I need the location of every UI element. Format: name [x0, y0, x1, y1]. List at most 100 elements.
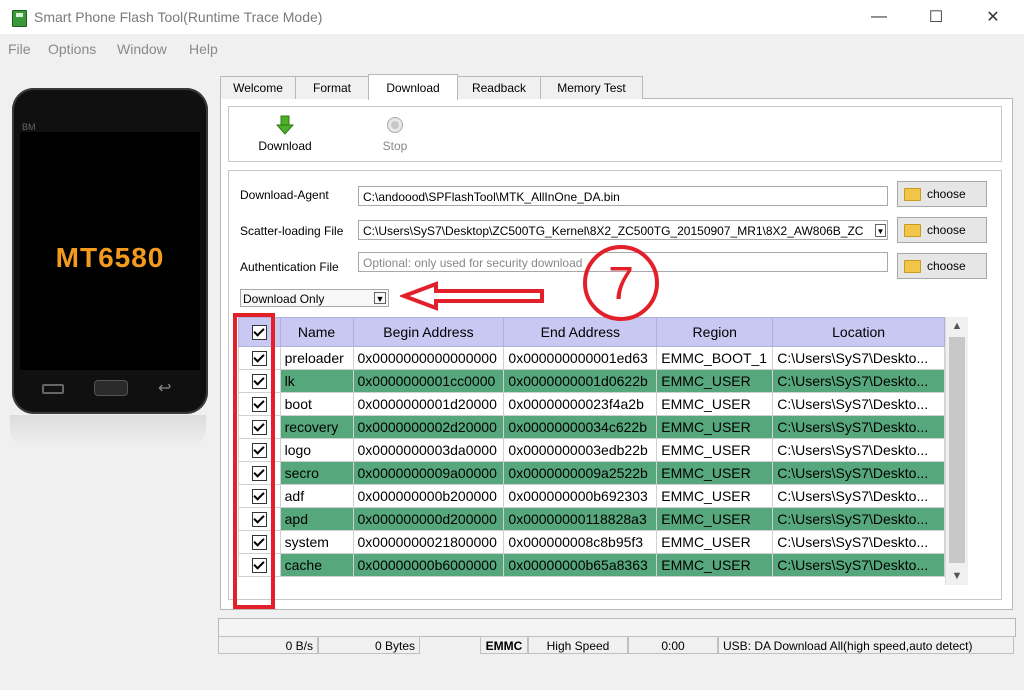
column-header-begin[interactable]: Begin Address [352, 317, 505, 347]
folder-icon [904, 223, 921, 237]
cell-location[interactable]: C:\Users\SyS7\Deskto... [772, 507, 945, 531]
menu-file[interactable]: File [8, 41, 31, 57]
cell-begin: 0x0000000000000000 [352, 346, 505, 370]
choose-download-agent-button[interactable]: choose [897, 181, 987, 207]
cell-begin: 0x0000000009a00000 [352, 461, 505, 485]
cell-region: EMMC_USER [656, 392, 774, 416]
scatter-file-label: Scatter-loading File [240, 224, 344, 238]
choose-label: choose [927, 259, 966, 273]
scroll-down-icon[interactable]: ▼ [946, 567, 968, 585]
cell-begin: 0x000000000b200000 [352, 484, 505, 508]
table-row[interactable]: boot 0x0000000001d20000 0x00000000023f4a… [238, 392, 945, 416]
scatter-file-field[interactable]: C:\Users\SyS7\Desktop\ZC500TG_Kernel\8X2… [358, 220, 888, 240]
table-row[interactable]: apd 0x000000000d200000 0x00000000118828a… [238, 507, 945, 531]
cell-region: EMMC_USER [656, 484, 774, 508]
tab-memory-test[interactable]: Memory Test [540, 76, 643, 99]
column-header-location[interactable]: Location [772, 317, 945, 347]
table-row[interactable]: preloader 0x0000000000000000 0x000000000… [238, 346, 945, 370]
menu-options[interactable]: Options [48, 41, 96, 57]
scrollbar-thumb[interactable] [949, 337, 965, 563]
download-mode-select[interactable]: Download Only ▼ [240, 289, 389, 307]
cell-location[interactable]: C:\Users\SyS7\Deskto... [772, 461, 945, 485]
cell-region: EMMC_USER [656, 530, 774, 554]
cell-name: lk [279, 369, 354, 393]
cell-end: 0x00000000118828a3 [503, 507, 658, 531]
choose-label: choose [927, 223, 966, 237]
table-row[interactable]: lk 0x0000000001cc0000 0x0000000001d0622b… [238, 369, 945, 393]
maximize-button[interactable]: ☐ [913, 0, 959, 34]
cell-name: preloader [279, 346, 354, 370]
choose-auth-file-button[interactable]: choose [897, 253, 987, 279]
status-mode: High Speed [528, 636, 628, 654]
table-scrollbar[interactable]: ▲ ▼ [945, 317, 968, 585]
tab-download[interactable]: Download [368, 74, 458, 100]
tab-format[interactable]: Format [295, 76, 369, 99]
chevron-down-icon[interactable]: ▼ [374, 292, 386, 304]
table-row[interactable]: logo 0x0000000003da0000 0x0000000003edb2… [238, 438, 945, 462]
partition-table: Name Begin Address End Address Region Lo… [238, 317, 945, 585]
cell-location[interactable]: C:\Users\SyS7\Deskto... [772, 438, 945, 462]
cell-region: EMMC_USER [656, 415, 774, 439]
column-header-name[interactable]: Name [279, 317, 354, 347]
cell-location[interactable]: C:\Users\SyS7\Deskto... [772, 415, 945, 439]
cell-end: 0x0000000001d0622b [503, 369, 658, 393]
scatter-file-value: C:\Users\SyS7\Desktop\ZC500TG_Kernel\8X2… [363, 224, 864, 238]
cell-begin: 0x0000000003da0000 [352, 438, 505, 462]
download-agent-field[interactable]: C:\andoood\SPFlashTool\MTK_AllInOne_DA.b… [358, 186, 888, 206]
cell-end: 0x0000000009a2522b [503, 461, 658, 485]
cell-end: 0x00000000b65a8363 [503, 553, 658, 577]
auth-file-label: Authentication File [240, 260, 339, 274]
status-time: 0:00 [628, 636, 718, 654]
menu-window[interactable]: Window [117, 41, 167, 57]
tab-welcome[interactable]: Welcome [220, 76, 296, 99]
cell-end: 0x00000000034c622b [503, 415, 658, 439]
status-speed: 0 B/s [218, 636, 318, 654]
cell-location[interactable]: C:\Users\SyS7\Deskto... [772, 392, 945, 416]
table-row[interactable]: adf 0x000000000b200000 0x000000000b69230… [238, 484, 945, 508]
cell-end: 0x0000000003edb22b [503, 438, 658, 462]
column-header-region[interactable]: Region [656, 317, 774, 347]
pointer-arrow-icon [400, 281, 544, 311]
download-button[interactable]: Download [247, 107, 323, 161]
menu-help[interactable]: Help [189, 41, 218, 57]
cell-location[interactable]: C:\Users\SyS7\Deskto... [772, 484, 945, 508]
scroll-up-icon[interactable]: ▲ [946, 317, 968, 335]
table-row[interactable]: system 0x0000000021800000 0x000000008c8b… [238, 530, 945, 554]
cell-region: EMMC_USER [656, 369, 774, 393]
cell-name: apd [279, 507, 354, 531]
step-number: 7 [608, 257, 634, 309]
table-row[interactable]: recovery 0x0000000002d20000 0x0000000003… [238, 415, 945, 439]
cell-name: recovery [279, 415, 354, 439]
checkbox-column-highlight [233, 313, 275, 609]
cell-location[interactable]: C:\Users\SyS7\Deskto... [772, 369, 945, 393]
cell-begin: 0x000000000d200000 [352, 507, 505, 531]
download-agent-label: Download-Agent [240, 188, 329, 202]
folder-icon [904, 259, 921, 273]
stop-button[interactable]: Stop [365, 107, 425, 161]
table-row[interactable]: cache 0x00000000b6000000 0x00000000b65a8… [238, 553, 945, 577]
window-title: Smart Phone Flash Tool(Runtime Trace Mod… [34, 9, 323, 25]
cell-end: 0x000000000001ed63 [503, 346, 658, 370]
cell-end: 0x000000000b692303 [503, 484, 658, 508]
status-usb: USB: DA Download All(high speed,auto det… [718, 636, 1014, 654]
cell-begin: 0x0000000002d20000 [352, 415, 505, 439]
tab-readback[interactable]: Readback [457, 76, 541, 99]
choose-scatter-file-button[interactable]: choose [897, 217, 987, 243]
cell-region: EMMC_USER [656, 507, 774, 531]
cell-begin: 0x00000000b6000000 [352, 553, 505, 577]
cell-location[interactable]: C:\Users\SyS7\Deskto... [772, 530, 945, 554]
cell-location[interactable]: C:\Users\SyS7\Deskto... [772, 346, 945, 370]
stop-label: Stop [382, 139, 408, 153]
cell-region: EMMC_BOOT_1 [656, 346, 774, 370]
download-mode-value: Download Only [243, 292, 325, 306]
chevron-down-icon[interactable]: ▼ [875, 224, 886, 237]
cell-begin: 0x0000000021800000 [352, 530, 505, 554]
download-label: Download [258, 139, 312, 153]
table-row[interactable]: secro 0x0000000009a00000 0x0000000009a25… [238, 461, 945, 485]
progress-bar [218, 618, 1016, 637]
close-button[interactable]: ✕ [970, 0, 1016, 34]
minimize-button[interactable]: — [856, 0, 902, 34]
cell-location[interactable]: C:\Users\SyS7\Deskto... [772, 553, 945, 577]
cell-name: boot [279, 392, 354, 416]
back-key-icon: ↩ [158, 380, 172, 397]
